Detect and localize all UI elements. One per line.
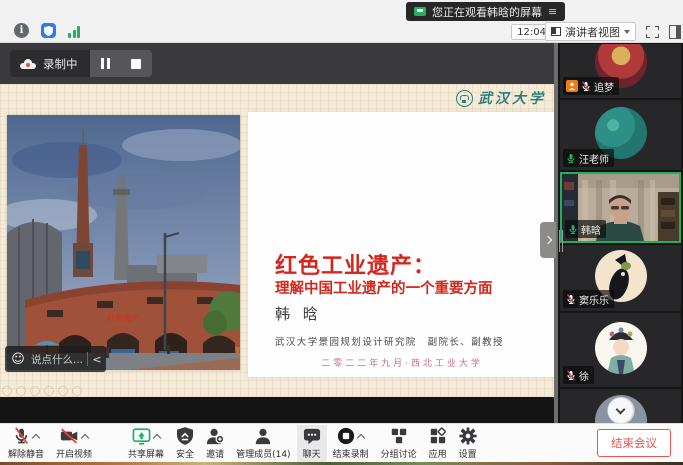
- university-logo: 武汉大学: [456, 88, 546, 108]
- participant-name: 韩晗: [581, 222, 601, 237]
- layout-icon: [551, 27, 561, 36]
- chat-button[interactable]: 聊天: [297, 425, 327, 462]
- chat-bubble-icon: [303, 428, 321, 445]
- participant-name: 汪老师: [579, 151, 609, 166]
- meeting-toolbar: 解除静音 开启视频 共享屏幕 安全 邀请: [0, 423, 683, 462]
- pause-recording-button[interactable]: [90, 50, 121, 77]
- network-signal-icon: [68, 26, 80, 38]
- hand-raised-icon: [566, 80, 578, 92]
- shared-screen-canvas: 武汉大学: [0, 84, 558, 397]
- meeting-window: i 12:04 演讲者视图 您正在观看韩晗的屏幕 ≡ 录制中: [0, 0, 683, 465]
- emoji-icon[interactable]: ☺: [5, 352, 31, 367]
- video-options-caret[interactable]: [81, 433, 89, 441]
- participants-sidebar: 追梦 汪老师: [558, 43, 683, 423]
- notification-menu-icon[interactable]: ≡: [548, 5, 557, 18]
- participant-name: 窦乐乐: [579, 292, 609, 307]
- apps-icon: [429, 427, 447, 445]
- top-bar: i 12:04 演讲者视图: [0, 0, 683, 43]
- sidebar-expand-tab[interactable]: [540, 222, 556, 258]
- invite-person-icon: [206, 427, 224, 445]
- recording-status-label: 录制中: [43, 56, 78, 72]
- unmute-button[interactable]: 解除静音: [2, 425, 50, 462]
- mic-active-icon: [566, 153, 576, 164]
- camera-off-icon: [60, 428, 79, 444]
- mic-muted-icon: [566, 294, 576, 305]
- slide-title: 红色工业遗产：: [275, 248, 436, 280]
- security-shield-icon: [177, 427, 193, 445]
- screen-share-icon: [414, 7, 426, 16]
- notification-text: 您正在观看韩晗的屏幕: [432, 4, 542, 20]
- invite-button[interactable]: 邀请: [200, 425, 230, 462]
- sidebar-drag-handle[interactable]: [559, 230, 563, 252]
- recording-strip: 录制中: [0, 43, 558, 84]
- stop-record-button[interactable]: 结束录制: [327, 425, 375, 462]
- university-emblem-icon: [456, 90, 473, 107]
- chevron-down-icon: [624, 30, 630, 34]
- share-options-caret[interactable]: [153, 433, 161, 441]
- share-screen-button[interactable]: 共享屏幕: [122, 425, 170, 462]
- breakout-rooms-button[interactable]: 分组讨论: [375, 425, 423, 462]
- scroll-participants-down-button[interactable]: [608, 398, 633, 423]
- mic-muted-icon: [581, 81, 591, 92]
- slide-affiliation: 武汉大学景园规划设计研究院 副院长、副教授: [275, 334, 504, 348]
- participant-tile[interactable]: 追梦: [560, 44, 681, 98]
- breakout-icon: [390, 427, 408, 445]
- manage-members-button[interactable]: 管理成员(14): [230, 425, 296, 462]
- svg-text:红色遗产: 红色遗产: [107, 313, 139, 323]
- mic-active-icon: [568, 224, 578, 235]
- stop-record-icon: [337, 427, 355, 445]
- participant-tile[interactable]: 汪老师: [560, 100, 681, 170]
- cloud-record-icon: [20, 59, 36, 69]
- slide-text-panel: 红色工业遗产： 理解中国工业遗产的一个重要方面 韩 晗 武汉大学景园规划设计研究…: [248, 112, 556, 377]
- participant-tile-active-speaker[interactable]: 韩晗: [560, 172, 681, 243]
- start-video-button[interactable]: 开启视频: [50, 425, 98, 462]
- record-options-caret[interactable]: [357, 433, 365, 441]
- participant-tile[interactable]: 窦乐乐: [560, 245, 681, 311]
- mic-muted-icon: [13, 427, 30, 445]
- apps-button[interactable]: 应用: [423, 425, 453, 462]
- collapse-chat-icon[interactable]: <: [88, 353, 106, 366]
- view-mode-label: 演讲者视图: [565, 24, 620, 40]
- participant-name: 追梦: [594, 79, 614, 94]
- recording-indicator: 录制中: [10, 50, 90, 77]
- end-meeting-button[interactable]: 结束会议: [597, 429, 671, 457]
- share-screen-icon: [132, 428, 151, 445]
- slide-dateline: 二零二二年九月·西北工业大学: [248, 356, 556, 369]
- participant-tile[interactable]: 徐: [560, 313, 681, 387]
- presenter-controls[interactable]: [2, 386, 82, 396]
- gear-icon: [459, 427, 477, 445]
- mic-options-caret[interactable]: [32, 433, 40, 441]
- chat-input-placeholder[interactable]: 说点什么...: [31, 352, 87, 367]
- fullscreen-icon[interactable]: [646, 26, 659, 38]
- slide-photo-industrial-site: 红色遗产: [7, 115, 240, 370]
- slide-subtitle: 理解中国工业遗产的一个重要方面: [275, 277, 493, 298]
- sidebar-toggle-icon[interactable]: [669, 25, 681, 39]
- avatar: [595, 322, 647, 374]
- meeting-info-icon[interactable]: i: [14, 23, 29, 38]
- university-name: 武汉大学: [478, 88, 546, 108]
- share-area-letterbox: [0, 397, 558, 423]
- settings-button[interactable]: 设置: [453, 425, 483, 462]
- participant-name: 徐: [579, 368, 589, 383]
- security-shield-icon[interactable]: [41, 23, 56, 38]
- security-button[interactable]: 安全: [170, 425, 200, 462]
- screen-watch-notification[interactable]: 您正在观看韩晗的屏幕 ≡: [406, 2, 565, 21]
- slide-author: 韩 晗: [275, 303, 322, 324]
- members-icon: [254, 427, 272, 445]
- view-mode-dropdown[interactable]: 演讲者视图: [545, 22, 636, 41]
- quick-chat-bar[interactable]: ☺ 说点什么... <: [5, 346, 106, 372]
- mic-muted-icon: [566, 370, 576, 381]
- stop-recording-button[interactable]: [121, 50, 152, 77]
